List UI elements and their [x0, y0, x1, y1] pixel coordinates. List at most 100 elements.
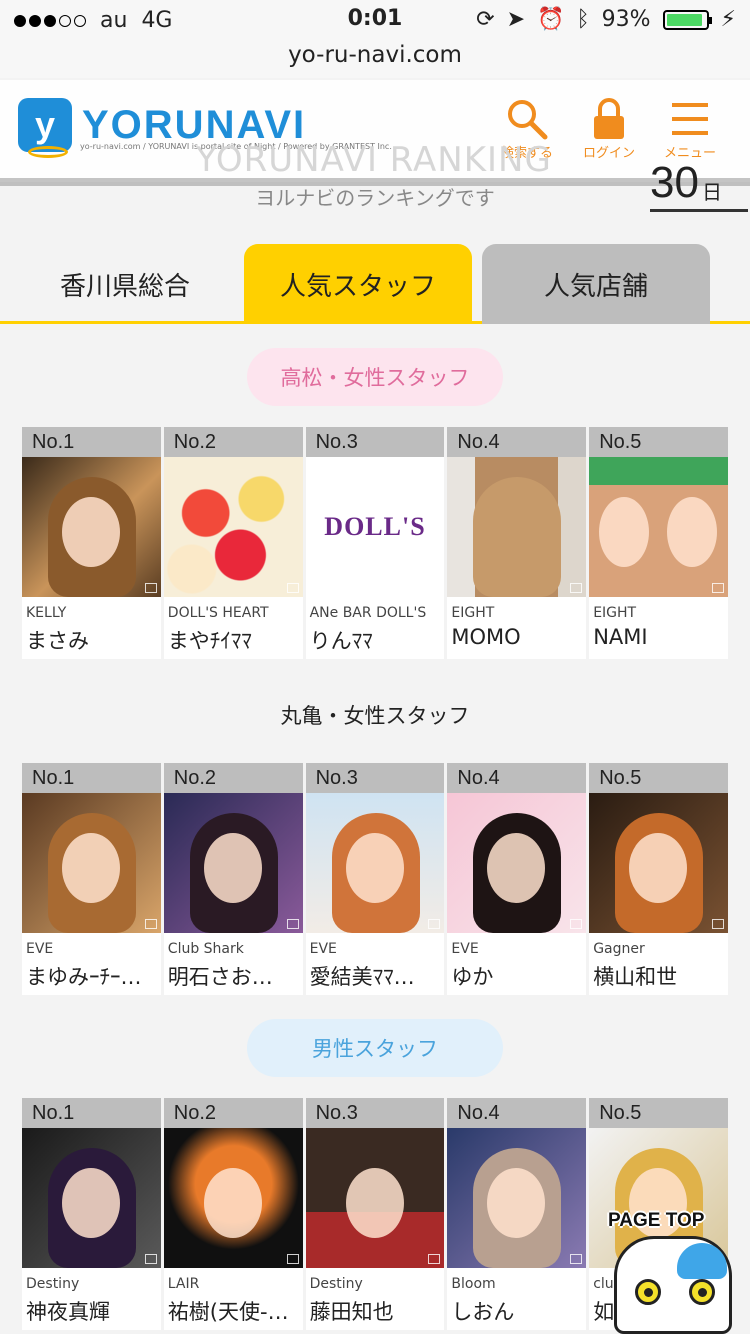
- rank-label: No.1: [22, 427, 161, 457]
- staff-card[interactable]: No.2 Club Shark 明石さお…: [163, 763, 303, 995]
- tab-kagawa-overall[interactable]: 香川県総合: [20, 244, 230, 324]
- login-label: ログイン: [582, 146, 635, 161]
- rank-label: No.5: [589, 1098, 728, 1128]
- ranking-tabs: 香川県総合 人気スタッフ 人気店舗: [0, 244, 750, 324]
- tab-popular-staff[interactable]: 人気スタッフ: [244, 244, 472, 324]
- shop-name: EVE: [309, 941, 337, 957]
- section-title-male: 男性スタッフ: [247, 1019, 503, 1077]
- shop-name: DOLL'S HEART: [167, 605, 269, 621]
- shop-name: LAIR: [167, 1276, 200, 1292]
- rank-label: No.4: [447, 1098, 587, 1128]
- status-right: ⟳ ➤ ⏰ ᛒ 93% ⚡: [476, 7, 736, 32]
- staff-name: まやﾁｲﾏﾏ: [167, 629, 252, 653]
- section-title-takamatsu: 高松・女性スタッフ: [247, 348, 503, 406]
- staff-card[interactable]: No.5 Gagner 横山和世: [589, 763, 728, 995]
- page-top-label: PAGE TOP: [608, 1210, 705, 1231]
- section-title-marugame: 丸亀・女性スタッフ: [280, 704, 470, 728]
- shop-name: EIGHT: [451, 605, 495, 621]
- staff-card[interactable]: No.4 EVE ゆか: [447, 763, 587, 995]
- staff-photo: [22, 457, 161, 597]
- staff-name: NAMI: [593, 625, 648, 649]
- staff-photo: [22, 793, 161, 933]
- shop-name: Bloom: [451, 1276, 496, 1292]
- staff-name: 神夜真輝: [26, 1300, 110, 1324]
- staff-name: まゆみｰﾁｰ…: [26, 965, 142, 989]
- staff-card[interactable]: No.1 KELLY まさみ: [22, 427, 161, 659]
- staff-card[interactable]: No.4 EIGHT MOMO: [447, 427, 587, 659]
- staff-card[interactable]: No.3 DOLL'S ANe BAR DOLL'S りんﾏﾏ: [305, 427, 445, 659]
- staff-name: りんﾏﾏ: [309, 629, 373, 653]
- staff-name: MOMO: [451, 625, 521, 649]
- staff-card[interactable]: No.1 EVE まゆみｰﾁｰ…: [22, 763, 161, 995]
- logo-mark-icon: y: [18, 98, 72, 152]
- ranking-grid-marugame: No.1 EVE まゆみｰﾁｰ… No.2 Club Shark 明石さお… N…: [22, 763, 728, 995]
- staff-photo: [163, 457, 303, 597]
- rank-label: No.5: [589, 427, 728, 457]
- rank-label: No.2: [163, 427, 303, 457]
- period-selector[interactable]: 30 日: [650, 158, 748, 212]
- staff-card[interactable]: No.3 Destiny 藤田知也: [305, 1098, 445, 1330]
- shop-name: KELLY: [26, 605, 67, 621]
- rank-label: No.2: [163, 1098, 303, 1128]
- staff-name: 藤田知也: [309, 1300, 394, 1324]
- logo-ring: [28, 146, 68, 158]
- hamburger-icon: [655, 96, 725, 142]
- ranking-grid-takamatsu: No.1 KELLY まさみ No.2 DOLL'S HEART まやﾁｲﾏﾏ …: [22, 427, 728, 659]
- staff-card[interactable]: No.5 EIGHT NAMI: [589, 427, 728, 659]
- staff-photo: [163, 793, 303, 933]
- shop-name: Destiny: [26, 1276, 80, 1292]
- staff-photo: [589, 793, 728, 933]
- menu-button[interactable]: メニュー: [655, 96, 725, 161]
- rank-label: No.3: [305, 427, 445, 457]
- status-bar: au 4G 0:01 ⟳ ➤ ⏰ ᛒ 93% ⚡: [0, 0, 750, 40]
- battery-icon: [662, 9, 712, 30]
- staff-name: 明石さお…: [167, 965, 273, 989]
- rank-label: No.3: [305, 1098, 445, 1128]
- staff-photo: [22, 1128, 161, 1268]
- shop-name: Club Shark: [167, 941, 244, 957]
- staff-name: ゆか: [451, 965, 494, 989]
- url-bar[interactable]: yo-ru-navi.com: [0, 40, 750, 78]
- staff-card[interactable]: No.4 Bloom しおん: [447, 1098, 587, 1330]
- staff-name: まさみ: [26, 629, 89, 653]
- cat-mascot-icon: [614, 1236, 732, 1334]
- shop-name: Destiny: [309, 1276, 363, 1292]
- alarm-icon: ⏰: [537, 7, 565, 32]
- shop-name: ANe BAR DOLL'S: [309, 605, 427, 621]
- staff-photo: [163, 1128, 303, 1268]
- staff-name: 愛結美ﾏﾏ…: [309, 965, 415, 989]
- staff-photo: [305, 793, 445, 933]
- staff-name: 祐樹(天使-…: [167, 1300, 289, 1324]
- staff-photo: [447, 457, 587, 597]
- ranking-subtitle: ヨルナビのランキングです: [255, 186, 495, 210]
- tab-popular-shops[interactable]: 人気店舗: [482, 244, 710, 324]
- page-top-button[interactable]: PAGE TOP: [598, 1200, 748, 1334]
- shop-name: EVE: [451, 941, 479, 957]
- staff-photo: [447, 1128, 587, 1268]
- battery-percent: 93%: [601, 7, 651, 32]
- staff-card[interactable]: No.1 Destiny 神夜真輝: [22, 1098, 161, 1330]
- period-unit: 日: [702, 180, 722, 204]
- staff-photo: [305, 1128, 445, 1268]
- shop-name: EIGHT: [593, 605, 637, 621]
- rank-label: No.2: [163, 763, 303, 793]
- staff-card[interactable]: No.2 DOLL'S HEART まやﾁｲﾏﾏ: [163, 427, 303, 659]
- staff-card[interactable]: No.2 LAIR 祐樹(天使-…: [163, 1098, 303, 1330]
- staff-photo: [589, 457, 728, 597]
- charging-icon: ⚡: [720, 7, 736, 32]
- shop-name: Gagner: [593, 941, 645, 957]
- staff-name: 横山和世: [593, 965, 678, 989]
- rank-label: No.3: [305, 763, 445, 793]
- staff-card[interactable]: No.3 EVE 愛結美ﾏﾏ…: [305, 763, 445, 995]
- rank-label: No.1: [22, 1098, 161, 1128]
- login-button[interactable]: ログイン: [574, 96, 644, 161]
- rank-label: No.1: [22, 763, 161, 793]
- period-days: 30: [650, 158, 699, 207]
- rank-label: No.5: [589, 763, 728, 793]
- rank-label: No.4: [447, 427, 587, 457]
- shop-logo-image: DOLL'S: [305, 457, 445, 597]
- lock-icon: [574, 96, 644, 142]
- location-icon: ➤: [506, 7, 526, 32]
- staff-photo: [447, 793, 587, 933]
- ranking-title: YORUNAVI RANKING: [196, 140, 552, 180]
